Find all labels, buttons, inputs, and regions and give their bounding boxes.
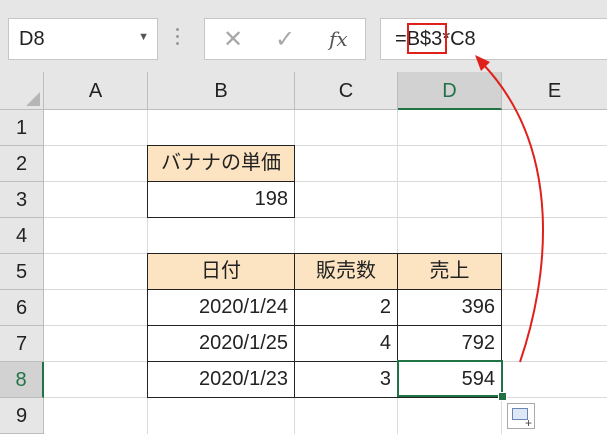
name-box-value: D8 bbox=[19, 28, 45, 50]
cell-b2[interactable]: バナナの単価 bbox=[147, 145, 295, 182]
formula-buttons: ✕ ✓ fx bbox=[204, 18, 366, 60]
cell-b3[interactable]: 198 bbox=[147, 181, 295, 218]
cell-c5[interactable]: 販売数 bbox=[294, 253, 398, 290]
cell-c8[interactable]: 3 bbox=[294, 361, 398, 398]
row-header-3[interactable]: 3 bbox=[0, 182, 44, 218]
insert-function-icon[interactable]: fx bbox=[329, 27, 348, 51]
cell-b8[interactable]: 2020/1/23 bbox=[147, 361, 295, 398]
row-header-7[interactable]: 7 bbox=[0, 326, 44, 362]
column-header-c[interactable]: C bbox=[295, 72, 398, 110]
row-header-8[interactable]: 8 bbox=[0, 362, 44, 398]
cell-b5[interactable]: 日付 bbox=[147, 253, 295, 290]
row-header-2[interactable]: 2 bbox=[0, 146, 44, 182]
enter-icon[interactable]: ✓ bbox=[275, 25, 295, 54]
cancel-icon[interactable]: ✕ bbox=[223, 25, 243, 54]
quick-analysis-icon[interactable] bbox=[507, 403, 535, 430]
chevron-down-icon[interactable]: ▼ bbox=[138, 31, 149, 43]
spreadsheet-grid[interactable]: A B C D E 1 2 3 4 5 6 7 8 9 バナナの単価 198 日… bbox=[0, 72, 607, 434]
cell-b6[interactable]: 2020/1/24 bbox=[147, 289, 295, 326]
fill-handle[interactable] bbox=[498, 392, 507, 401]
column-header-d[interactable]: D bbox=[398, 72, 502, 110]
select-all-corner[interactable] bbox=[0, 72, 44, 110]
highlight-box bbox=[407, 23, 447, 54]
gridline bbox=[44, 217, 607, 218]
cell-d5[interactable]: 売上 bbox=[397, 253, 502, 290]
formula-prefix: = bbox=[395, 28, 407, 50]
active-cell-border bbox=[397, 360, 503, 397]
row-header-6[interactable]: 6 bbox=[0, 290, 44, 326]
column-header-e[interactable]: E bbox=[502, 72, 607, 110]
gridline bbox=[44, 145, 607, 146]
column-header-a[interactable]: A bbox=[44, 72, 148, 110]
formula-bar: D8 ▼ ✕ ✓ fx =B$3*C8 bbox=[0, 0, 607, 72]
row-header-5[interactable]: 5 bbox=[0, 254, 44, 290]
grip-icon[interactable] bbox=[176, 28, 180, 50]
row-header-4[interactable]: 4 bbox=[0, 218, 44, 254]
column-header-b[interactable]: B bbox=[148, 72, 295, 110]
formula-suffix: *C8 bbox=[442, 28, 476, 50]
gridline bbox=[44, 181, 607, 182]
row-header-9[interactable]: 9 bbox=[0, 398, 44, 434]
row-header-1[interactable]: 1 bbox=[0, 110, 44, 146]
name-box[interactable]: D8 ▼ bbox=[8, 18, 158, 60]
cell-d6[interactable]: 396 bbox=[397, 289, 502, 326]
cell-d7[interactable]: 792 bbox=[397, 325, 502, 362]
cell-c7[interactable]: 4 bbox=[294, 325, 398, 362]
cell-b7[interactable]: 2020/1/25 bbox=[147, 325, 295, 362]
cell-c6[interactable]: 2 bbox=[294, 289, 398, 326]
